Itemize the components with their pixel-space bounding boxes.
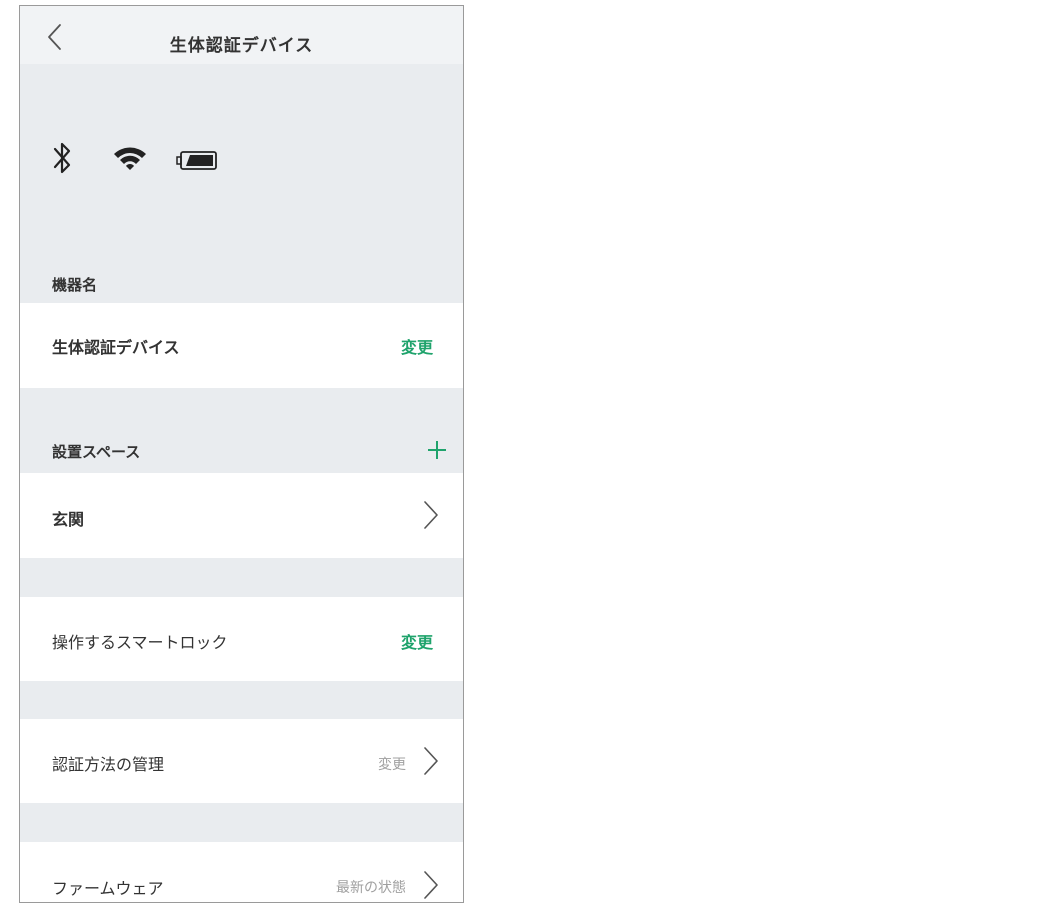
battery-icon — [176, 151, 218, 175]
bluetooth-icon — [52, 139, 74, 181]
phone-screen: 生体認証デバイス 機器名 生体認証デバイス 変更 設置スペース 玄関 操作するス… — [19, 5, 464, 903]
change-smart-lock-button[interactable]: 変更 — [401, 629, 433, 653]
device-name-value: 生体認証デバイス — [52, 338, 180, 357]
auth-methods-label: 認証方法の管理 — [52, 755, 165, 774]
auth-methods-row[interactable]: 認証方法の管理 変更 — [20, 719, 463, 803]
top-nav-bar: 生体認証デバイス — [20, 6, 463, 64]
auth-methods-value: 変更 — [378, 757, 406, 773]
smart-lock-label: 操作するスマートロック — [52, 633, 228, 652]
install-space-value: 玄関 — [52, 510, 85, 529]
plus-icon — [428, 441, 446, 459]
install-space-row[interactable]: 玄関 — [20, 473, 463, 558]
wifi-icon — [112, 143, 148, 177]
smart-lock-row: 操作するスマートロック 変更 — [20, 597, 463, 681]
page-title: 生体認証デバイス — [169, 36, 314, 56]
firmware-row[interactable]: ファームウェア 最新の状態 — [20, 842, 463, 902]
firmware-label: ファームウェア — [52, 879, 164, 898]
chevron-right-icon — [424, 501, 438, 529]
device-name-section-label: 機器名 — [52, 276, 98, 294]
change-device-name-button[interactable]: 変更 — [401, 334, 433, 358]
chevron-right-icon — [424, 747, 438, 775]
device-name-row: 生体認証デバイス 変更 — [20, 303, 463, 388]
chevron-right-icon — [424, 871, 438, 899]
install-space-section-label: 設置スペース — [52, 443, 141, 461]
firmware-status: 最新の状態 — [336, 880, 406, 896]
add-space-button[interactable] — [425, 438, 449, 462]
